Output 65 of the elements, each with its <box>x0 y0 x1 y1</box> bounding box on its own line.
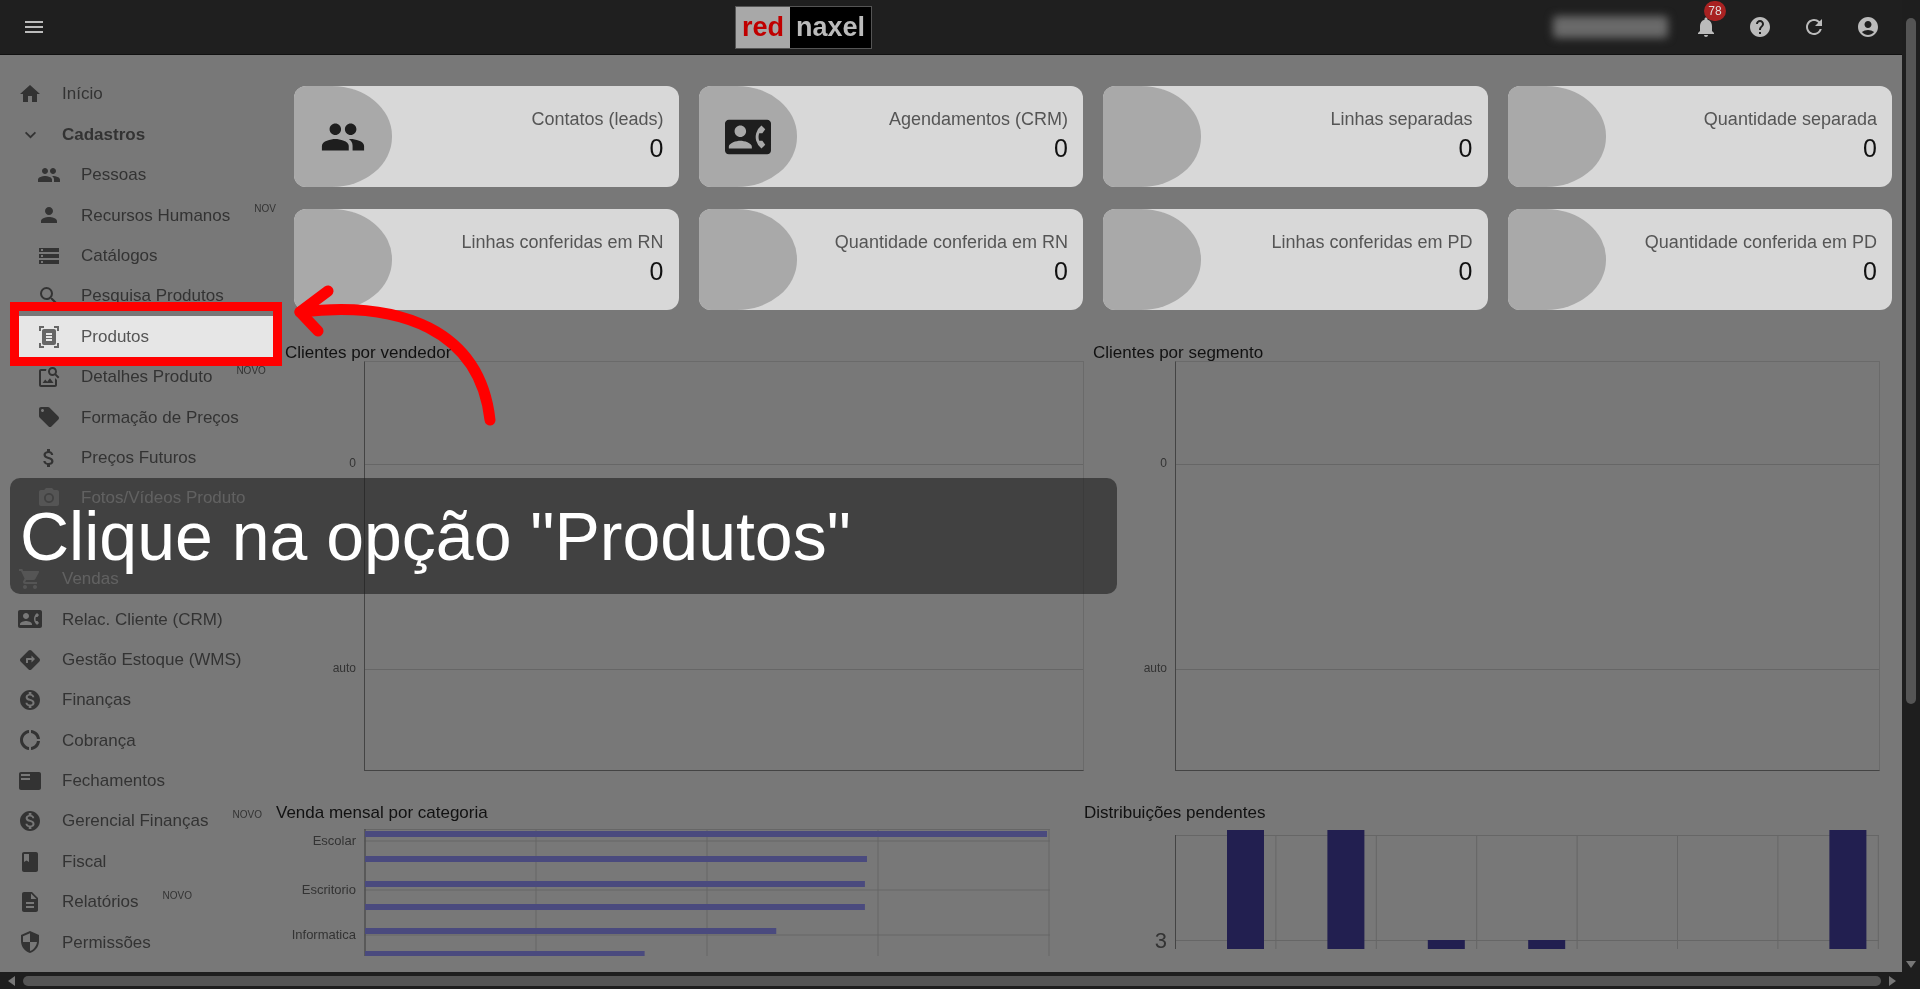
menu-item[interactable]: Recursos Humanos NOV <box>18 195 276 236</box>
help-icon[interactable] <box>1748 15 1772 39</box>
menu-item[interactable]: Pesquisa Produtos <box>18 275 276 317</box>
bar <box>1427 940 1465 949</box>
dollar-coin-icon <box>18 688 42 713</box>
axis-label: auto <box>1143 660 1167 677</box>
card-value: 0 <box>1054 133 1068 164</box>
bar <box>1528 940 1566 949</box>
card-value: 0 <box>649 133 664 164</box>
card-label: Agendamentos (CRM) <box>888 108 1068 131</box>
menu-item[interactable]: Gestão Estoque (WMS) <box>18 639 276 680</box>
new-label: NOV <box>254 204 276 215</box>
menu-item[interactable]: Cobrança <box>18 720 276 761</box>
card-label: Quantidade conferida em RN <box>834 231 1068 254</box>
axis-label: 0 <box>349 455 356 472</box>
logo: red naxel <box>735 6 873 49</box>
card-label: Quantidade conferida em PD <box>1644 231 1877 254</box>
menu-item[interactable]: Produtos <box>18 316 276 357</box>
menu-item[interactable]: Preços Futuros <box>18 437 276 478</box>
menu-item[interactable]: Relatórios NOVO <box>18 881 276 923</box>
new-label: NOVO <box>232 810 262 821</box>
menu-item[interactable]: Fechamentos <box>18 760 276 802</box>
diamond-arrow-icon <box>18 647 42 672</box>
axis-label: 3 <box>1154 926 1167 949</box>
menu-item[interactable]: Início <box>18 74 276 115</box>
card-label: Linhas conferidas em PD <box>1271 231 1473 254</box>
chart-title: Venda mensal por categoria <box>276 803 489 823</box>
axis-label: auto <box>332 660 356 677</box>
card-label: Linhas separadas <box>1330 108 1473 131</box>
menu-item[interactable]: Relac. Cliente (CRM) <box>18 599 276 640</box>
card-label: Quantidade separada <box>1703 108 1877 131</box>
card-value: 0 <box>1863 256 1877 287</box>
menu-item[interactable]: Fiscal <box>18 841 276 882</box>
axis-label: Escolar <box>312 832 356 851</box>
axis-label: Escritorio <box>301 881 356 900</box>
card-value: 0 <box>1863 133 1877 164</box>
axis-label: Informatica <box>291 926 356 945</box>
new-label: NOVO <box>236 365 266 376</box>
card-label: Linhas conferidas em RN <box>461 231 664 254</box>
chart-title: Distribuições pendentes <box>1084 803 1267 823</box>
card-value: 0 <box>1054 256 1068 287</box>
menu-item[interactable]: Cadastros <box>18 114 276 155</box>
image-search-icon <box>37 364 61 389</box>
tag-icon <box>37 405 61 430</box>
chart-title: Clientes por segmento <box>1093 343 1264 363</box>
shield-icon <box>18 930 42 955</box>
dollar-coin-icon <box>18 809 42 834</box>
menu-item[interactable]: Finanças <box>18 679 276 721</box>
notification-count: 78 <box>1704 1 1726 21</box>
chevron-down-icon <box>23 130 37 139</box>
menu-item[interactable]: Gerencial Finanças NOVO <box>18 801 276 842</box>
axis-label: 0 <box>1160 455 1167 472</box>
menu-item[interactable]: Catálogos <box>18 235 276 276</box>
menu-item[interactable]: Pessoas <box>18 154 276 196</box>
document-scan-icon <box>37 324 61 349</box>
card-value: 0 <box>1458 133 1473 164</box>
new-label: NOVO <box>162 891 192 901</box>
menu-item[interactable]: Detalhes Produto NOVO <box>18 356 276 398</box>
menu-item[interactable]: Formação de Preços <box>18 397 276 438</box>
card-value: 0 <box>1458 256 1473 287</box>
card-value: 0 <box>649 256 664 287</box>
card-label: Contatos (leads) <box>531 108 664 131</box>
chart-title: Clientes por vendedor <box>285 343 452 363</box>
menu-item[interactable]: Permissões <box>18 922 276 963</box>
account-icon[interactable] <box>1856 15 1880 39</box>
